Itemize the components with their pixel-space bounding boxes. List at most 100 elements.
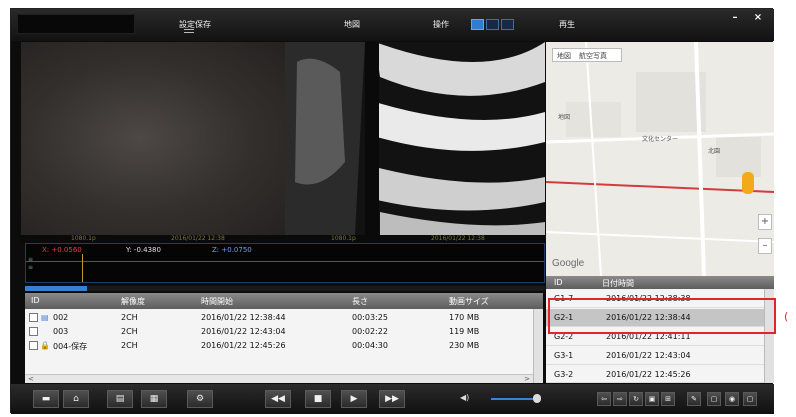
file-start-time: 2016/01/22 12:38:44: [201, 313, 286, 322]
rewind-button[interactable]: ◀◀: [265, 390, 291, 408]
fast-forward-button[interactable]: ▶▶: [379, 390, 405, 408]
home-button[interactable]: ⌂: [63, 390, 89, 408]
col-start-time[interactable]: 時間開始: [201, 296, 233, 307]
gps-id: G3-2: [554, 370, 574, 379]
row-checkbox[interactable]: [29, 327, 38, 336]
volume-slider-knob[interactable]: [532, 394, 541, 403]
settings-button[interactable]: ⚙: [187, 390, 213, 408]
row-checkbox[interactable]: [29, 313, 38, 322]
export-button[interactable]: ▦: [141, 390, 167, 408]
lock-icon: 🔒: [40, 341, 50, 350]
minimize-button[interactable]: –: [728, 12, 742, 24]
app-window: 設定保存 地図 操作 再生 – × 1080.1p 2016/01/22 12:…: [10, 8, 774, 414]
volume-icon[interactable]: ◀): [460, 393, 469, 402]
graph-gutter: ≡ ≡: [28, 256, 33, 272]
gps-row[interactable]: G3-1 2016/01/22 12:43:04: [546, 347, 764, 365]
playback-progress-fill: [25, 286, 88, 291]
graph-x-value: X: +0.0560: [42, 246, 82, 254]
file-type-icon: ▤: [41, 313, 49, 322]
row-checkbox[interactable]: [29, 341, 38, 350]
col-length[interactable]: 長さ: [352, 296, 368, 307]
file-start-time: 2016/01/22 12:43:04: [201, 327, 286, 336]
rear-resolution-label: 1080.1p: [331, 235, 356, 242]
fullscreen-button[interactable]: ▢: [743, 392, 757, 406]
file-length: 00:02:22: [352, 327, 388, 336]
gutter-mark: ≡: [28, 264, 34, 271]
file-resolution: 2CH: [121, 341, 138, 350]
annotation-paren: (: [784, 310, 789, 323]
scroll-left-arrow[interactable]: <: [28, 375, 34, 383]
map-type-tabs: 地図 航空写真: [552, 48, 622, 62]
map-tab-satellite[interactable]: 航空写真: [579, 51, 607, 61]
file-size: 170 MB: [449, 313, 480, 322]
file-id: 004-保存: [53, 342, 88, 351]
graph-z-value: Z: +0.0750: [212, 246, 252, 254]
view-quad-button[interactable]: [501, 19, 514, 30]
rear-camera-video[interactable]: [285, 42, 545, 235]
map-roads: [546, 42, 774, 276]
gps-id: G3-1: [554, 351, 574, 360]
next-file-button[interactable]: ⇨: [613, 392, 627, 406]
col-resolution[interactable]: 解像度: [121, 296, 145, 307]
edit-button[interactable]: ✎: [687, 392, 701, 406]
settings-icon: [184, 29, 194, 33]
map-label: 北園: [708, 148, 721, 155]
gps-col-id[interactable]: ID: [554, 278, 563, 287]
gps-row[interactable]: G3-2 2016/01/22 12:45:26: [546, 366, 764, 383]
file-list-hscroll[interactable]: < >: [25, 374, 533, 383]
front-resolution-label: 1080.1p: [71, 235, 96, 242]
col-size[interactable]: 動画サイズ: [449, 296, 489, 307]
gps-col-datetime[interactable]: 日付時間: [602, 278, 634, 289]
bottom-toolbar: ▬ ⌂ ▤ ▦ ⚙ ◀◀ ■ ▶ ▶▶ ◀) ⇦ ⇨ ↻ ▣ ⊞ ✎ ▢ ◉ ▢: [11, 384, 774, 414]
prev-file-button[interactable]: ⇦: [597, 392, 611, 406]
front-camera-video[interactable]: [21, 42, 285, 235]
file-length: 00:04:30: [352, 341, 388, 350]
gps-time: 2016/01/22 12:43:04: [606, 351, 691, 360]
stop-button[interactable]: ■: [305, 390, 331, 408]
menu-item-play[interactable]: 再生: [559, 19, 575, 30]
close-button[interactable]: ×: [751, 12, 765, 24]
front-timestamp-label: 2016/01/22 12:38: [171, 235, 225, 242]
rear-timestamp-label: 2016/01/22 12:38: [431, 235, 485, 242]
scroll-right-arrow[interactable]: >: [524, 375, 530, 383]
google-logo: Google: [552, 258, 585, 269]
rear-camera-frame: [285, 42, 545, 235]
map-tab-map[interactable]: 地図: [557, 51, 571, 61]
playback-progress[interactable]: [25, 286, 545, 291]
view-dual-button[interactable]: [486, 19, 499, 30]
menu-item-operate[interactable]: 操作: [433, 19, 449, 30]
col-id[interactable]: ID: [31, 296, 40, 305]
file-list: ID 解像度 時間開始 長さ 動画サイズ ▤ 002 2CH 2016/01/2…: [25, 293, 543, 383]
file-row[interactable]: 🔒 004-保存 2CH 2016/01/22 12:45:26 00:04:3…: [25, 339, 543, 353]
save-button[interactable]: ▤: [107, 390, 133, 408]
rotate-button[interactable]: ↻: [629, 392, 643, 406]
gutter-mark: ≡: [28, 256, 34, 263]
file-start-time: 2016/01/22 12:45:26: [201, 341, 286, 350]
zoom-out-button[interactable]: –: [758, 238, 772, 254]
graph-y-value: Y: -0.4380: [126, 246, 161, 254]
record-button[interactable]: ◉: [725, 392, 739, 406]
open-folder-button[interactable]: ▬: [33, 390, 59, 408]
file-row[interactable]: ▤ 002 2CH 2016/01/22 12:38:44 00:03:25 1…: [25, 311, 543, 325]
file-list-header: ID 解像度 時間開始 長さ 動画サイズ: [25, 293, 543, 309]
play-button[interactable]: ▶: [341, 390, 367, 408]
window-button[interactable]: ▢: [707, 392, 721, 406]
logo: [17, 14, 135, 34]
layout-button[interactable]: ⊞: [661, 392, 675, 406]
map-panel[interactable]: 地図 航空写真 地図 文化センター 北園 + – Google: [546, 42, 774, 276]
zoom-in-button[interactable]: +: [758, 214, 772, 230]
gps-table-header: ID 日付時間: [546, 276, 774, 289]
top-bar: 設定保存 地図 操作 再生 – ×: [11, 9, 774, 41]
menu-item-map[interactable]: 地図: [344, 19, 360, 30]
file-resolution: 2CH: [121, 327, 138, 336]
highlight-annotation-box: [548, 298, 776, 334]
view-single-button[interactable]: [471, 19, 484, 30]
volume-slider[interactable]: [491, 398, 539, 400]
graph-cursor[interactable]: [82, 254, 83, 282]
snapshot-button[interactable]: ▣: [645, 392, 659, 406]
gps-time: 2016/01/22 12:45:26: [606, 370, 691, 379]
gsensor-graph[interactable]: X: +0.0560 Y: -0.4380 Z: +0.0750 ≡ ≡: [25, 243, 545, 283]
file-row[interactable]: 003 2CH 2016/01/22 12:43:04 00:02:22 119…: [25, 325, 543, 339]
file-list-vscroll[interactable]: [533, 309, 543, 383]
file-size: 119 MB: [449, 327, 480, 336]
